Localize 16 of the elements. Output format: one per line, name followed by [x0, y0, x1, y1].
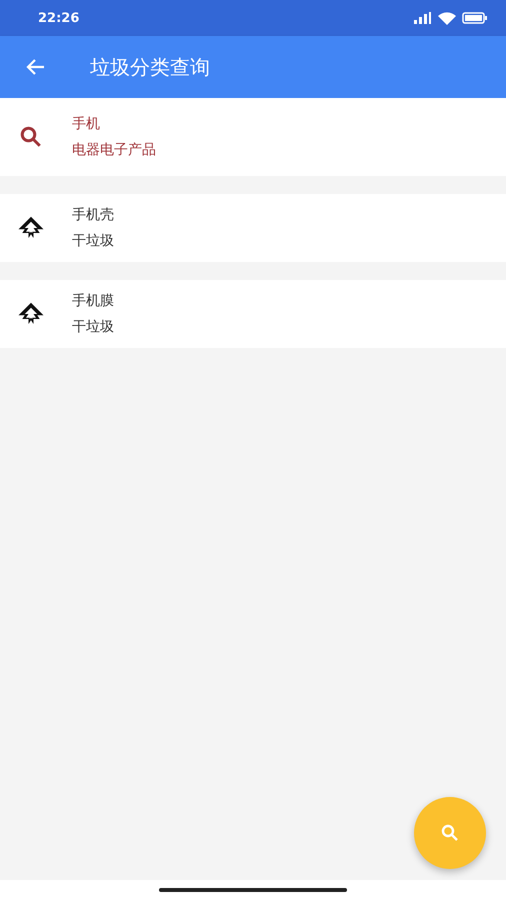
item-name: 手机壳 [72, 206, 114, 224]
list-item[interactable]: 手机膜 干垃圾 [0, 280, 506, 348]
battery-icon [462, 12, 488, 24]
item-category: 电器电子产品 [72, 141, 156, 159]
item-category: 干垃圾 [72, 232, 114, 250]
app-bar-title: 垃圾分类查询 [90, 54, 210, 80]
item-name: 手机膜 [72, 292, 114, 310]
list-item[interactable]: 手机壳 干垃圾 [0, 194, 506, 262]
item-category: 干垃圾 [72, 318, 114, 336]
status-time: 22:26 [38, 10, 80, 26]
search-button[interactable] [414, 797, 486, 869]
item-name: 手机 [72, 115, 101, 133]
list-item[interactable]: 手机 电器电子产品 [0, 98, 506, 176]
signal-icon [412, 12, 432, 24]
home-indicator[interactable] [159, 888, 347, 892]
wifi-icon [438, 12, 456, 24]
